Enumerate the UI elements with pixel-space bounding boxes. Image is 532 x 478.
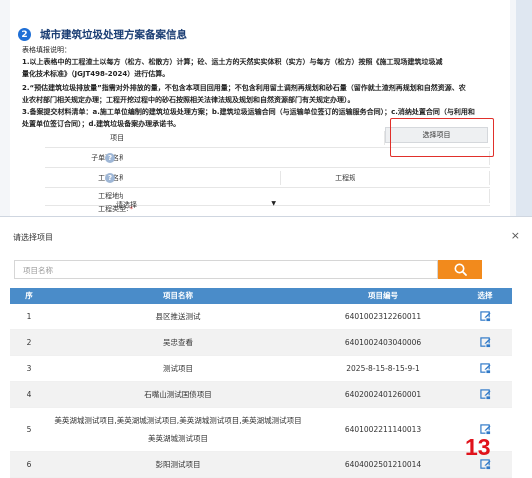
row-no: 3	[26, 364, 32, 373]
row-project-name: 石嘴山测试国债项目	[144, 390, 212, 399]
highlight-box	[390, 118, 494, 157]
select-edit-icon[interactable]	[479, 389, 491, 400]
engineering-type-select[interactable]: 请选择 ▼	[116, 200, 276, 214]
row-project-code: 6401002211140013	[344, 425, 422, 434]
annotation-number: 13	[465, 434, 491, 460]
guide-line-1: 1.以上表格中的工程渣土以每方（松方、松散方）计算；砼、运土方的天然实实体积（实…	[22, 58, 443, 66]
subproject-label: 子单项名称:*	[53, 153, 133, 163]
row-project-code: 2025-8-15-8-15-9-1	[346, 364, 420, 373]
row-project-name: 彭阳测试项目	[155, 460, 201, 469]
dialog-title: 请选择项目	[13, 233, 53, 242]
section-title: 城市建筑垃圾处理方案备案信息	[40, 29, 187, 41]
row-project-name-line-2: 美英湖城测试项目	[148, 433, 208, 443]
row-project-code: 6402002401260001	[344, 390, 422, 399]
select-project-dialog: 请选择项目 × 项目名称 序 项目名称 项目编号 选择 1 县区推送测试 640…	[0, 216, 532, 478]
search-button[interactable]	[438, 260, 482, 279]
table-row: 4 石嘴山测试国债项目 6402002401260001	[10, 382, 512, 408]
row-project-code: 6404002501210014	[344, 460, 422, 469]
col-header-name: 项目名称	[163, 291, 193, 300]
row-select[interactable]	[458, 304, 512, 329]
help-icon[interactable]: ?	[105, 153, 115, 163]
row-no: 4	[26, 390, 32, 399]
row-no: 2	[26, 338, 32, 347]
guide-line-2: 2.“预估建筑垃圾排放量”指需对外排放的量，不包含本项目回用量；不包含利用留土调…	[22, 84, 466, 92]
guide-line-3: 3.备案提交材料清单：a.施工单位编制的建筑垃圾处理方案；b.建筑垃圾运输合同（…	[22, 108, 475, 116]
close-icon[interactable]: ×	[511, 230, 520, 241]
guide-line-1b: 量化技术标准》（JGJT498-2024）进行估算。	[22, 70, 170, 78]
table-row: 6 彭阳测试项目 6404002501210014	[10, 452, 512, 478]
table-row: 3 测试项目 2025-8-15-8-15-9-1	[10, 356, 512, 382]
row-project-name: 美英湖城测试项目,美英湖城测试项目,美英湖城测试项目,美英湖城测试项目 美英湖城…	[48, 408, 308, 451]
row-no: 1	[26, 312, 32, 321]
row-no: 6	[26, 460, 32, 469]
row-select[interactable]	[458, 356, 512, 381]
table-row: 1 县区推送测试 6401002312260011	[10, 304, 512, 330]
engineering-name-field[interactable]	[123, 171, 281, 185]
background-page: 2 城市建筑垃圾处理方案备案信息 表格填报说明： 1.以上表格中的工程渣土以每方…	[0, 0, 532, 216]
project-search-input[interactable]: 项目名称	[14, 260, 438, 279]
chevron-down-icon: ▼	[271, 200, 276, 207]
row-project-name: 测试项目	[163, 364, 193, 373]
col-header-no: 序	[25, 291, 33, 300]
section-header: 2 城市建筑垃圾处理方案备案信息	[18, 27, 187, 42]
table-row: 5 美英湖城测试项目,美英湖城测试项目,美英湖城测试项目,美英湖城测试项目 美英…	[10, 408, 512, 452]
guide-heading: 表格填报说明：	[22, 46, 71, 54]
select-edit-icon[interactable]	[479, 459, 491, 470]
row-project-code: 6401002312260011	[344, 312, 422, 321]
col-header-select: 选择	[477, 291, 493, 300]
col-header-code: 项目编号	[368, 291, 398, 300]
row-select[interactable]	[458, 382, 512, 407]
select-edit-icon[interactable]	[479, 337, 491, 348]
row-project-name: 吴忠查看	[163, 338, 193, 347]
help-icon[interactable]: ?	[105, 173, 115, 183]
page-side-strip	[516, 0, 532, 216]
table-row: 2 吴忠查看 6401002403040006	[10, 330, 512, 356]
section-number: 2	[18, 28, 31, 41]
engineering-name-label: 工程名称:*	[53, 173, 133, 183]
form-row-engineering-name: 工程名称:* ? 工程规模（平方米）:*	[45, 168, 490, 188]
engineering-scale-field[interactable]	[355, 171, 490, 185]
row-no: 5	[26, 425, 32, 434]
select-edit-icon[interactable]	[479, 311, 491, 322]
row-select[interactable]	[458, 330, 512, 355]
row-project-name: 县区推送测试	[155, 312, 201, 321]
engineering-type-value: 请选择	[116, 201, 137, 209]
guide-line-2b: 业农村部门相关规定办理；工程开挖过程中的砂石按照相关法律法规及规划和自然资源部门…	[22, 96, 355, 104]
table-header: 序 项目名称 项目编号 选择	[10, 288, 512, 304]
select-edit-icon[interactable]	[479, 363, 491, 374]
row-project-name-line-1: 美英湖城测试项目,美英湖城测试项目,美英湖城测试项目,美英湖城测试项目	[54, 415, 302, 425]
search-icon	[454, 263, 467, 276]
project-name-field[interactable]	[123, 131, 385, 145]
row-project-code: 6401002403040006	[344, 338, 422, 347]
